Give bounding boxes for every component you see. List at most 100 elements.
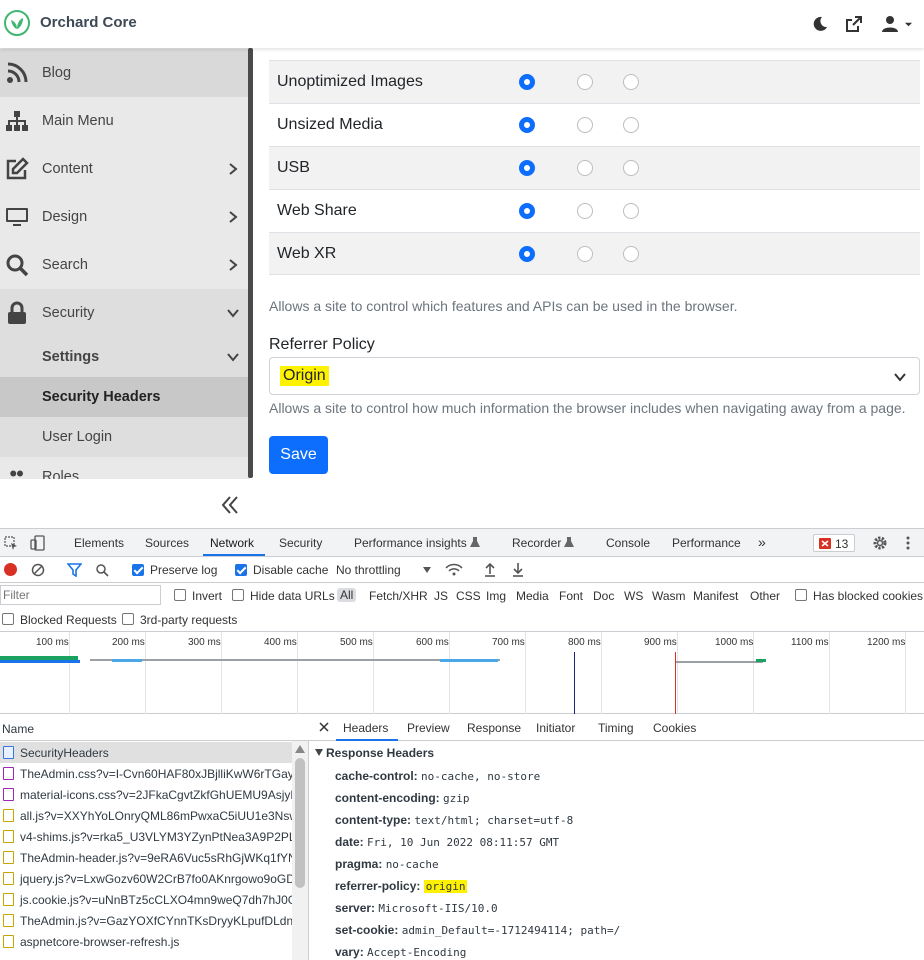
- filter-other-button[interactable]: Other: [750, 589, 780, 603]
- table-row[interactable]: v4-shims.js?v=rka5_U3VLYM3YZynPtNea3A9P2…: [0, 826, 292, 847]
- caret-down-icon[interactable]: [901, 13, 915, 35]
- radio-self[interactable]: [577, 160, 593, 176]
- moon-icon[interactable]: [809, 13, 831, 35]
- network-conditions-icon[interactable]: [445, 562, 463, 578]
- inspect-element-icon[interactable]: [4, 536, 18, 550]
- close-icon[interactable]: [319, 722, 329, 732]
- table-row[interactable]: all.js?v=XXYhYoLOnryQML86mPwxaC5iUU1e3Ns…: [0, 805, 292, 826]
- tab-performance[interactable]: Performance: [672, 536, 741, 550]
- tab-initiator[interactable]: Initiator: [536, 721, 575, 735]
- hide-data-urls-checkbox[interactable]: [232, 589, 244, 601]
- table-row[interactable]: TheAdmin-header.js?v=9eRA6Vuc5sRhGjWKq1f…: [0, 847, 292, 868]
- filter-manifest-button[interactable]: Manifest: [693, 589, 738, 603]
- more-tabs-button[interactable]: »: [758, 534, 766, 550]
- radio-none[interactable]: [623, 117, 639, 133]
- tab-response[interactable]: Response: [467, 721, 521, 735]
- table-row[interactable]: TheAdmin.js?v=GazYOXfCYnnTKsDryyKLpufDLd…: [0, 910, 292, 931]
- table-row[interactable]: js.cookie.js?v=uNnBTz5cCLXO4mn9weQ7dh7hJ…: [0, 889, 292, 910]
- sidebar-subitem-user-login[interactable]: User Login: [0, 417, 248, 457]
- device-toolbar-icon[interactable]: [30, 535, 46, 551]
- preserve-log-checkbox[interactable]: [132, 564, 144, 576]
- radio-allow[interactable]: [519, 74, 535, 90]
- sidebar-item-design[interactable]: Design: [0, 193, 248, 241]
- export-har-icon[interactable]: [512, 562, 524, 577]
- radio-allow[interactable]: [519, 160, 535, 176]
- radio-allow[interactable]: [519, 117, 535, 133]
- search-icon[interactable]: [95, 563, 109, 577]
- error-counter[interactable]: 13: [813, 534, 855, 552]
- radio-self[interactable]: [577, 74, 593, 90]
- radio-allow[interactable]: [519, 203, 535, 219]
- collapse-sidebar-icon[interactable]: [219, 494, 241, 516]
- tab-recorder[interactable]: Recorder: [512, 536, 561, 550]
- tab-elements[interactable]: Elements: [74, 536, 124, 550]
- user-icon[interactable]: [879, 13, 901, 35]
- filter-media-button[interactable]: Media: [516, 589, 549, 603]
- tab-performance-insights[interactable]: Performance insights: [354, 536, 467, 550]
- third-party-checkbox[interactable]: [122, 613, 134, 625]
- sidebar-subitem-security-headers[interactable]: Security Headers: [0, 377, 248, 417]
- external-link-icon[interactable]: [843, 13, 865, 35]
- filter-css-button[interactable]: CSS: [456, 589, 481, 603]
- filter-all-button[interactable]: All: [337, 588, 357, 602]
- filter-fetch-xhr-button[interactable]: Fetch/XHR: [369, 589, 428, 603]
- save-button[interactable]: Save: [269, 436, 328, 474]
- tab-sources[interactable]: Sources: [145, 536, 189, 550]
- filter-font-button[interactable]: Font: [559, 589, 583, 603]
- filter-js-button[interactable]: JS: [434, 589, 448, 603]
- orchard-logo-icon[interactable]: [4, 10, 30, 36]
- sidebar-item-blog[interactable]: Blog: [0, 49, 248, 97]
- sidebar-item-content[interactable]: Content: [0, 145, 248, 193]
- table-row[interactable]: aspnetcore-browser-refresh.js: [0, 931, 292, 952]
- table-row[interactable]: TheAdmin.css?v=I-Cvn60HAF80xJBjlliKwW6rT…: [0, 763, 292, 784]
- filter-input[interactable]: [0, 585, 161, 605]
- record-icon[interactable]: [4, 563, 17, 576]
- tab-preview[interactable]: Preview: [407, 721, 450, 735]
- has-blocked-cookies-checkbox[interactable]: [795, 589, 807, 601]
- gear-icon[interactable]: [872, 535, 888, 551]
- radio-none[interactable]: [623, 74, 639, 90]
- clear-icon[interactable]: [31, 563, 45, 577]
- radio-self[interactable]: [577, 117, 593, 133]
- table-row[interactable]: jquery.js?v=LxwGozv60W2CrB7fo0AKnrgowo9o…: [0, 868, 292, 889]
- filter-row-2: Blocked Requests 3rd-party requests: [0, 608, 924, 632]
- sidebar-item-main-menu[interactable]: Main Menu: [0, 97, 248, 145]
- sidebar-item-search[interactable]: Search: [0, 241, 248, 289]
- referrer-policy-select[interactable]: Origin: [269, 357, 920, 395]
- name-column-header[interactable]: Name: [2, 722, 34, 736]
- tab-headers[interactable]: Headers: [343, 721, 388, 735]
- table-row[interactable]: SecurityHeaders: [0, 742, 292, 763]
- request-list-scroll-thumb[interactable]: [295, 758, 305, 888]
- radio-none[interactable]: [623, 160, 639, 176]
- tab-network[interactable]: Network: [210, 536, 254, 550]
- radio-self[interactable]: [577, 246, 593, 262]
- throttling-select[interactable]: No throttling: [336, 563, 401, 577]
- blocked-requests-checkbox[interactable]: [2, 613, 14, 625]
- filter-doc-button[interactable]: Doc: [593, 589, 614, 603]
- sidebar-item-security[interactable]: Security: [0, 289, 248, 337]
- radio-none[interactable]: [623, 203, 639, 219]
- radio-none[interactable]: [623, 246, 639, 262]
- filter-img-button[interactable]: Img: [486, 589, 506, 603]
- tab-console[interactable]: Console: [606, 536, 650, 550]
- tab-timing[interactable]: Timing: [598, 721, 634, 735]
- radio-self[interactable]: [577, 203, 593, 219]
- sidebar-item-roles[interactable]: Roles: [0, 457, 248, 479]
- radio-allow[interactable]: [519, 246, 535, 262]
- tab-security[interactable]: Security: [279, 536, 322, 550]
- triangle-down-icon[interactable]: [315, 749, 323, 756]
- brand-name[interactable]: Orchard Core: [40, 14, 137, 31]
- filter-icon[interactable]: [67, 563, 82, 577]
- network-timeline-overview[interactable]: 100 ms 200 ms 300 ms 400 ms 500 ms 600 m…: [0, 632, 924, 714]
- tab-cookies[interactable]: Cookies: [653, 721, 696, 735]
- kebab-menu-icon[interactable]: [904, 535, 912, 551]
- scroll-up-icon[interactable]: [295, 745, 305, 753]
- invert-checkbox[interactable]: [174, 589, 186, 601]
- table-row[interactable]: material-icons.css?v=2JFkaCgvtZkfGhUEMU9…: [0, 784, 292, 805]
- disable-cache-checkbox[interactable]: [235, 564, 247, 576]
- filter-ws-button[interactable]: WS: [624, 589, 643, 603]
- sidebar-subitem-settings[interactable]: Settings: [0, 337, 248, 377]
- response-headers-title[interactable]: Response Headers: [326, 746, 434, 760]
- import-har-icon[interactable]: [484, 562, 496, 577]
- filter-wasm-button[interactable]: Wasm: [652, 589, 686, 603]
